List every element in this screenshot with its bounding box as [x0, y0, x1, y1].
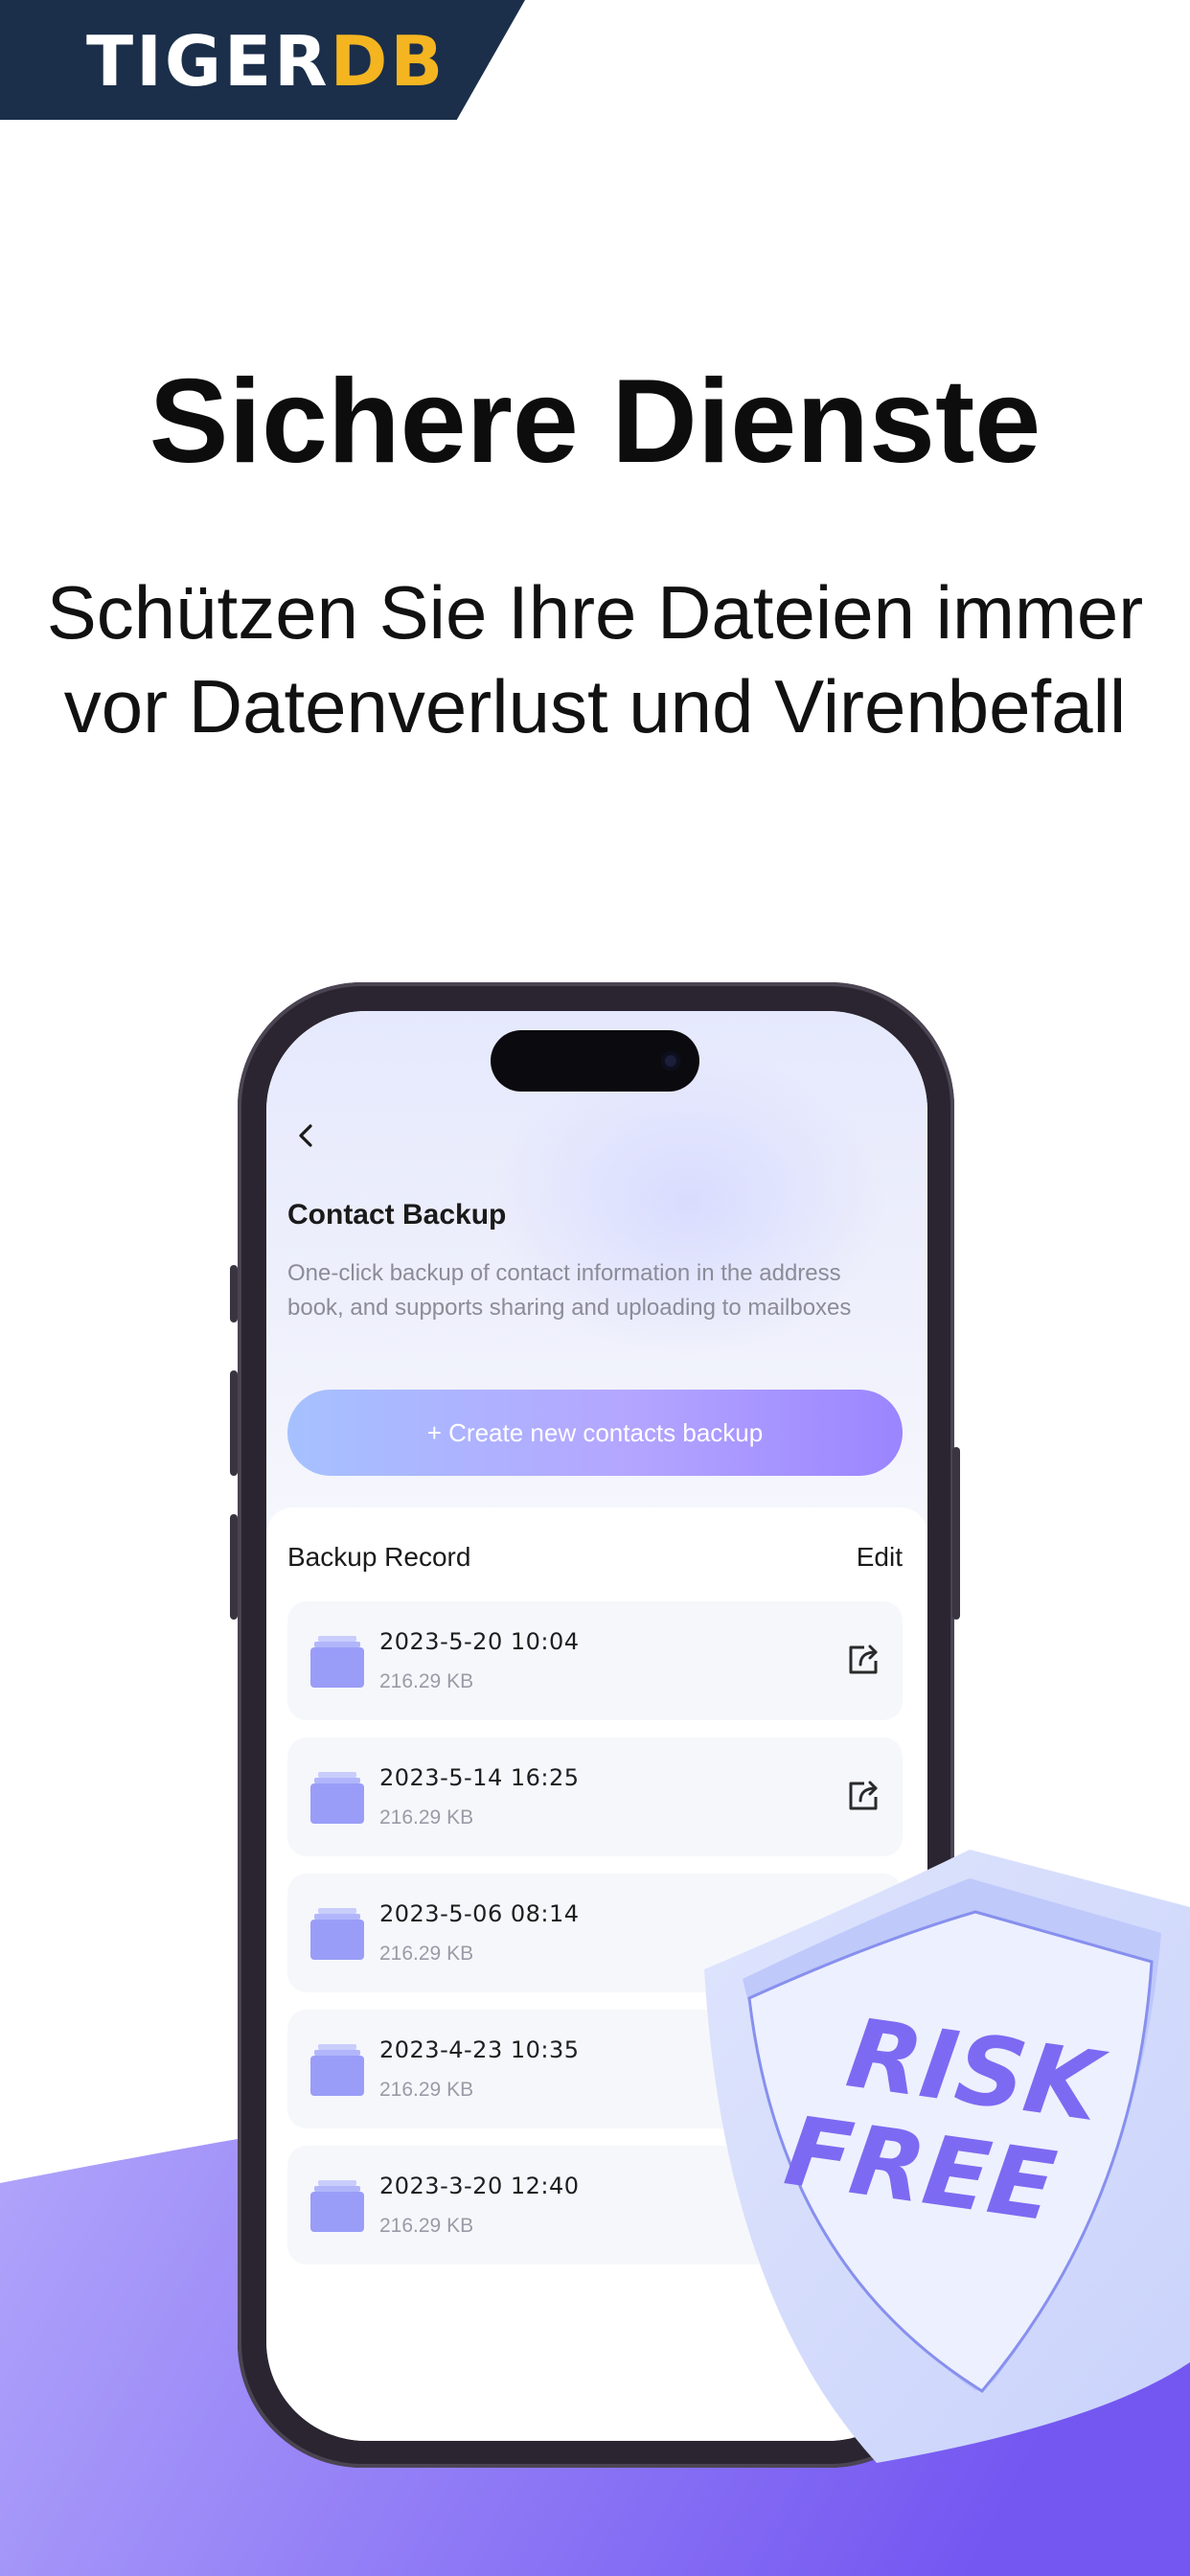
folder-icon: [310, 2180, 364, 2232]
phone-side-button: [230, 1265, 238, 1322]
folder-icon: [310, 1636, 364, 1688]
brand-logo: TIGERDB: [86, 23, 446, 100]
risk-free-shield-icon: RISK FREE: [704, 1850, 1190, 2463]
phone-volume-down: [230, 1514, 238, 1620]
screen-description: One-click backup of contact information …: [287, 1260, 852, 1321]
record-date: 2023-5-14 16:25: [379, 1764, 580, 1791]
record-size: 216.29 KB: [379, 1943, 474, 1965]
backup-record-item[interactable]: 2023-5-14 16:25 216.29 KB: [287, 1737, 903, 1856]
create-backup-button[interactable]: + Create new contacts backup: [287, 1390, 903, 1476]
dynamic-island: [491, 1030, 699, 1092]
brand-word-tiger: TIGER: [86, 21, 331, 102]
folder-icon: [310, 1772, 364, 1824]
backup-record-item[interactable]: 2023-5-20 10:04 216.29 KB: [287, 1601, 903, 1720]
share-icon[interactable]: [843, 1776, 883, 1816]
record-size: 216.29 KB: [379, 1670, 474, 1692]
edit-button[interactable]: Edit: [857, 1542, 903, 1573]
camera-icon: [661, 1051, 680, 1070]
folder-icon: [310, 2044, 364, 2096]
folder-icon: [310, 1908, 364, 1960]
record-size: 216.29 KB: [379, 2079, 474, 2101]
back-arrow-icon[interactable]: [287, 1116, 326, 1155]
phone-volume-up: [230, 1370, 238, 1476]
phone-power-button: [952, 1447, 960, 1620]
record-date: 2023-5-06 08:14: [379, 1900, 580, 1927]
subheadline: Schützen Sie Ihre Dateien immer vor Date…: [0, 565, 1190, 753]
record-date: 2023-5-20 10:04: [379, 1628, 580, 1655]
record-date: 2023-3-20 12:40: [379, 2173, 580, 2199]
headline: Sichere Dienste: [149, 356, 1041, 488]
record-size: 216.29 KB: [379, 2215, 474, 2237]
brand-banner: TIGERDB: [0, 0, 525, 120]
brand-word-db: DB: [330, 21, 446, 102]
subheadline-line-1: Schützen Sie Ihre Dateien immer: [46, 570, 1144, 655]
record-date: 2023-4-23 10:35: [379, 2036, 580, 2063]
share-icon[interactable]: [843, 1640, 883, 1680]
screen-title: Contact Backup: [287, 1199, 507, 1230]
record-size: 216.29 KB: [379, 1806, 474, 1828]
backup-record-title: Backup Record: [287, 1542, 471, 1572]
subheadline-line-2: vor Datenverlust und Virenbefall: [63, 664, 1127, 748]
